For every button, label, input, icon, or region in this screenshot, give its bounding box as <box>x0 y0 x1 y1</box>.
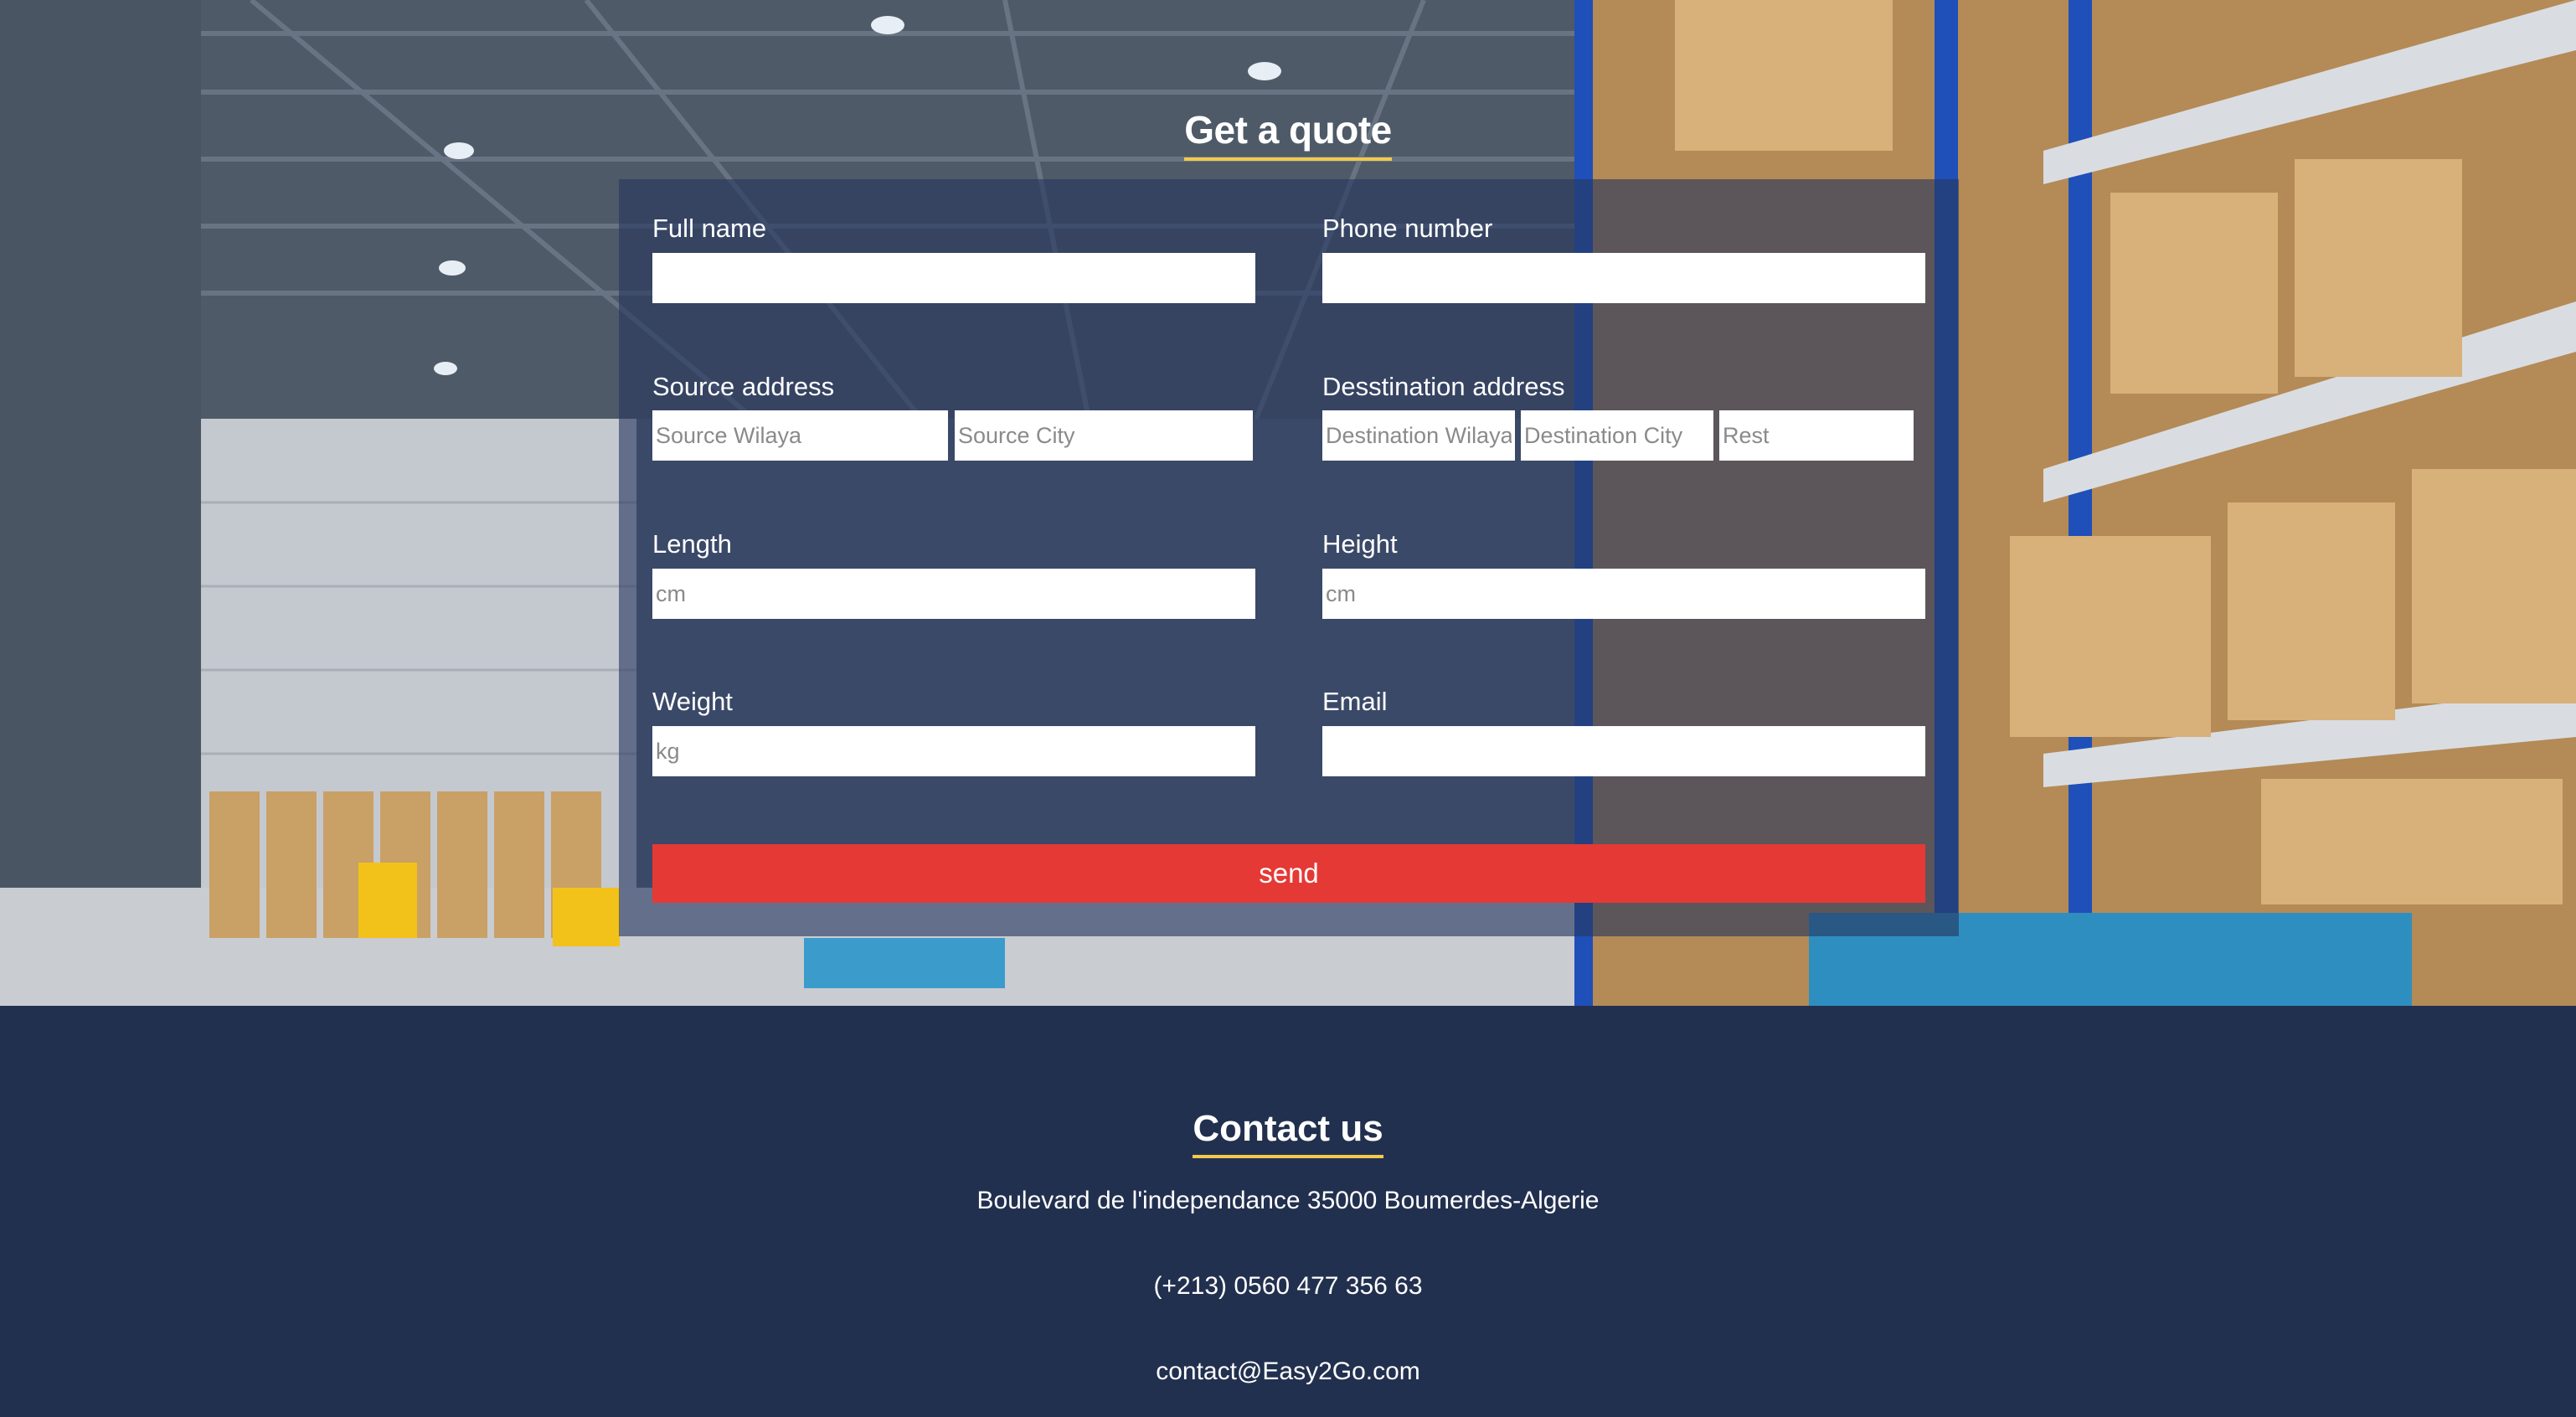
destination-wilaya-input[interactable] <box>1322 410 1515 461</box>
length-input[interactable] <box>652 569 1255 619</box>
full-name-label: Full name <box>652 214 767 243</box>
height-label: Height <box>1322 529 1398 559</box>
phone-number-label: Phone number <box>1322 214 1493 243</box>
contact-title: Contact us <box>0 1108 2576 1158</box>
email-input[interactable] <box>1322 726 1925 776</box>
send-button[interactable]: send <box>652 844 1925 903</box>
destination-address-label: Desstination address <box>1322 372 1565 401</box>
source-wilaya-input[interactable] <box>652 410 948 461</box>
quote-title: Get a quote <box>0 107 2576 161</box>
contact-email: contact@Easy2Go.com <box>1156 1358 1420 1385</box>
source-city-input[interactable] <box>955 410 1253 461</box>
destination-city-input[interactable] <box>1521 410 1713 461</box>
weight-input[interactable] <box>652 726 1255 776</box>
contact-phone: (+213) 0560 477 356 63 <box>1153 1272 1423 1300</box>
weight-label: Weight <box>652 687 733 716</box>
phone-number-input[interactable] <box>1322 253 1925 303</box>
quote-hero-section: Get a quote Full name Phone number Sourc… <box>0 0 2576 1006</box>
contact-address: Boulevard de l'independance 35000 Boumer… <box>976 1187 1600 1214</box>
email-label: Email <box>1322 687 1388 716</box>
destination-rest-input[interactable] <box>1719 410 1914 461</box>
contact-section: Contact us Boulevard de l'independance 3… <box>0 1006 2576 1417</box>
height-input[interactable] <box>1322 569 1925 619</box>
length-label: Length <box>652 529 732 559</box>
full-name-input[interactable] <box>652 253 1255 303</box>
source-address-label: Source address <box>652 372 835 401</box>
